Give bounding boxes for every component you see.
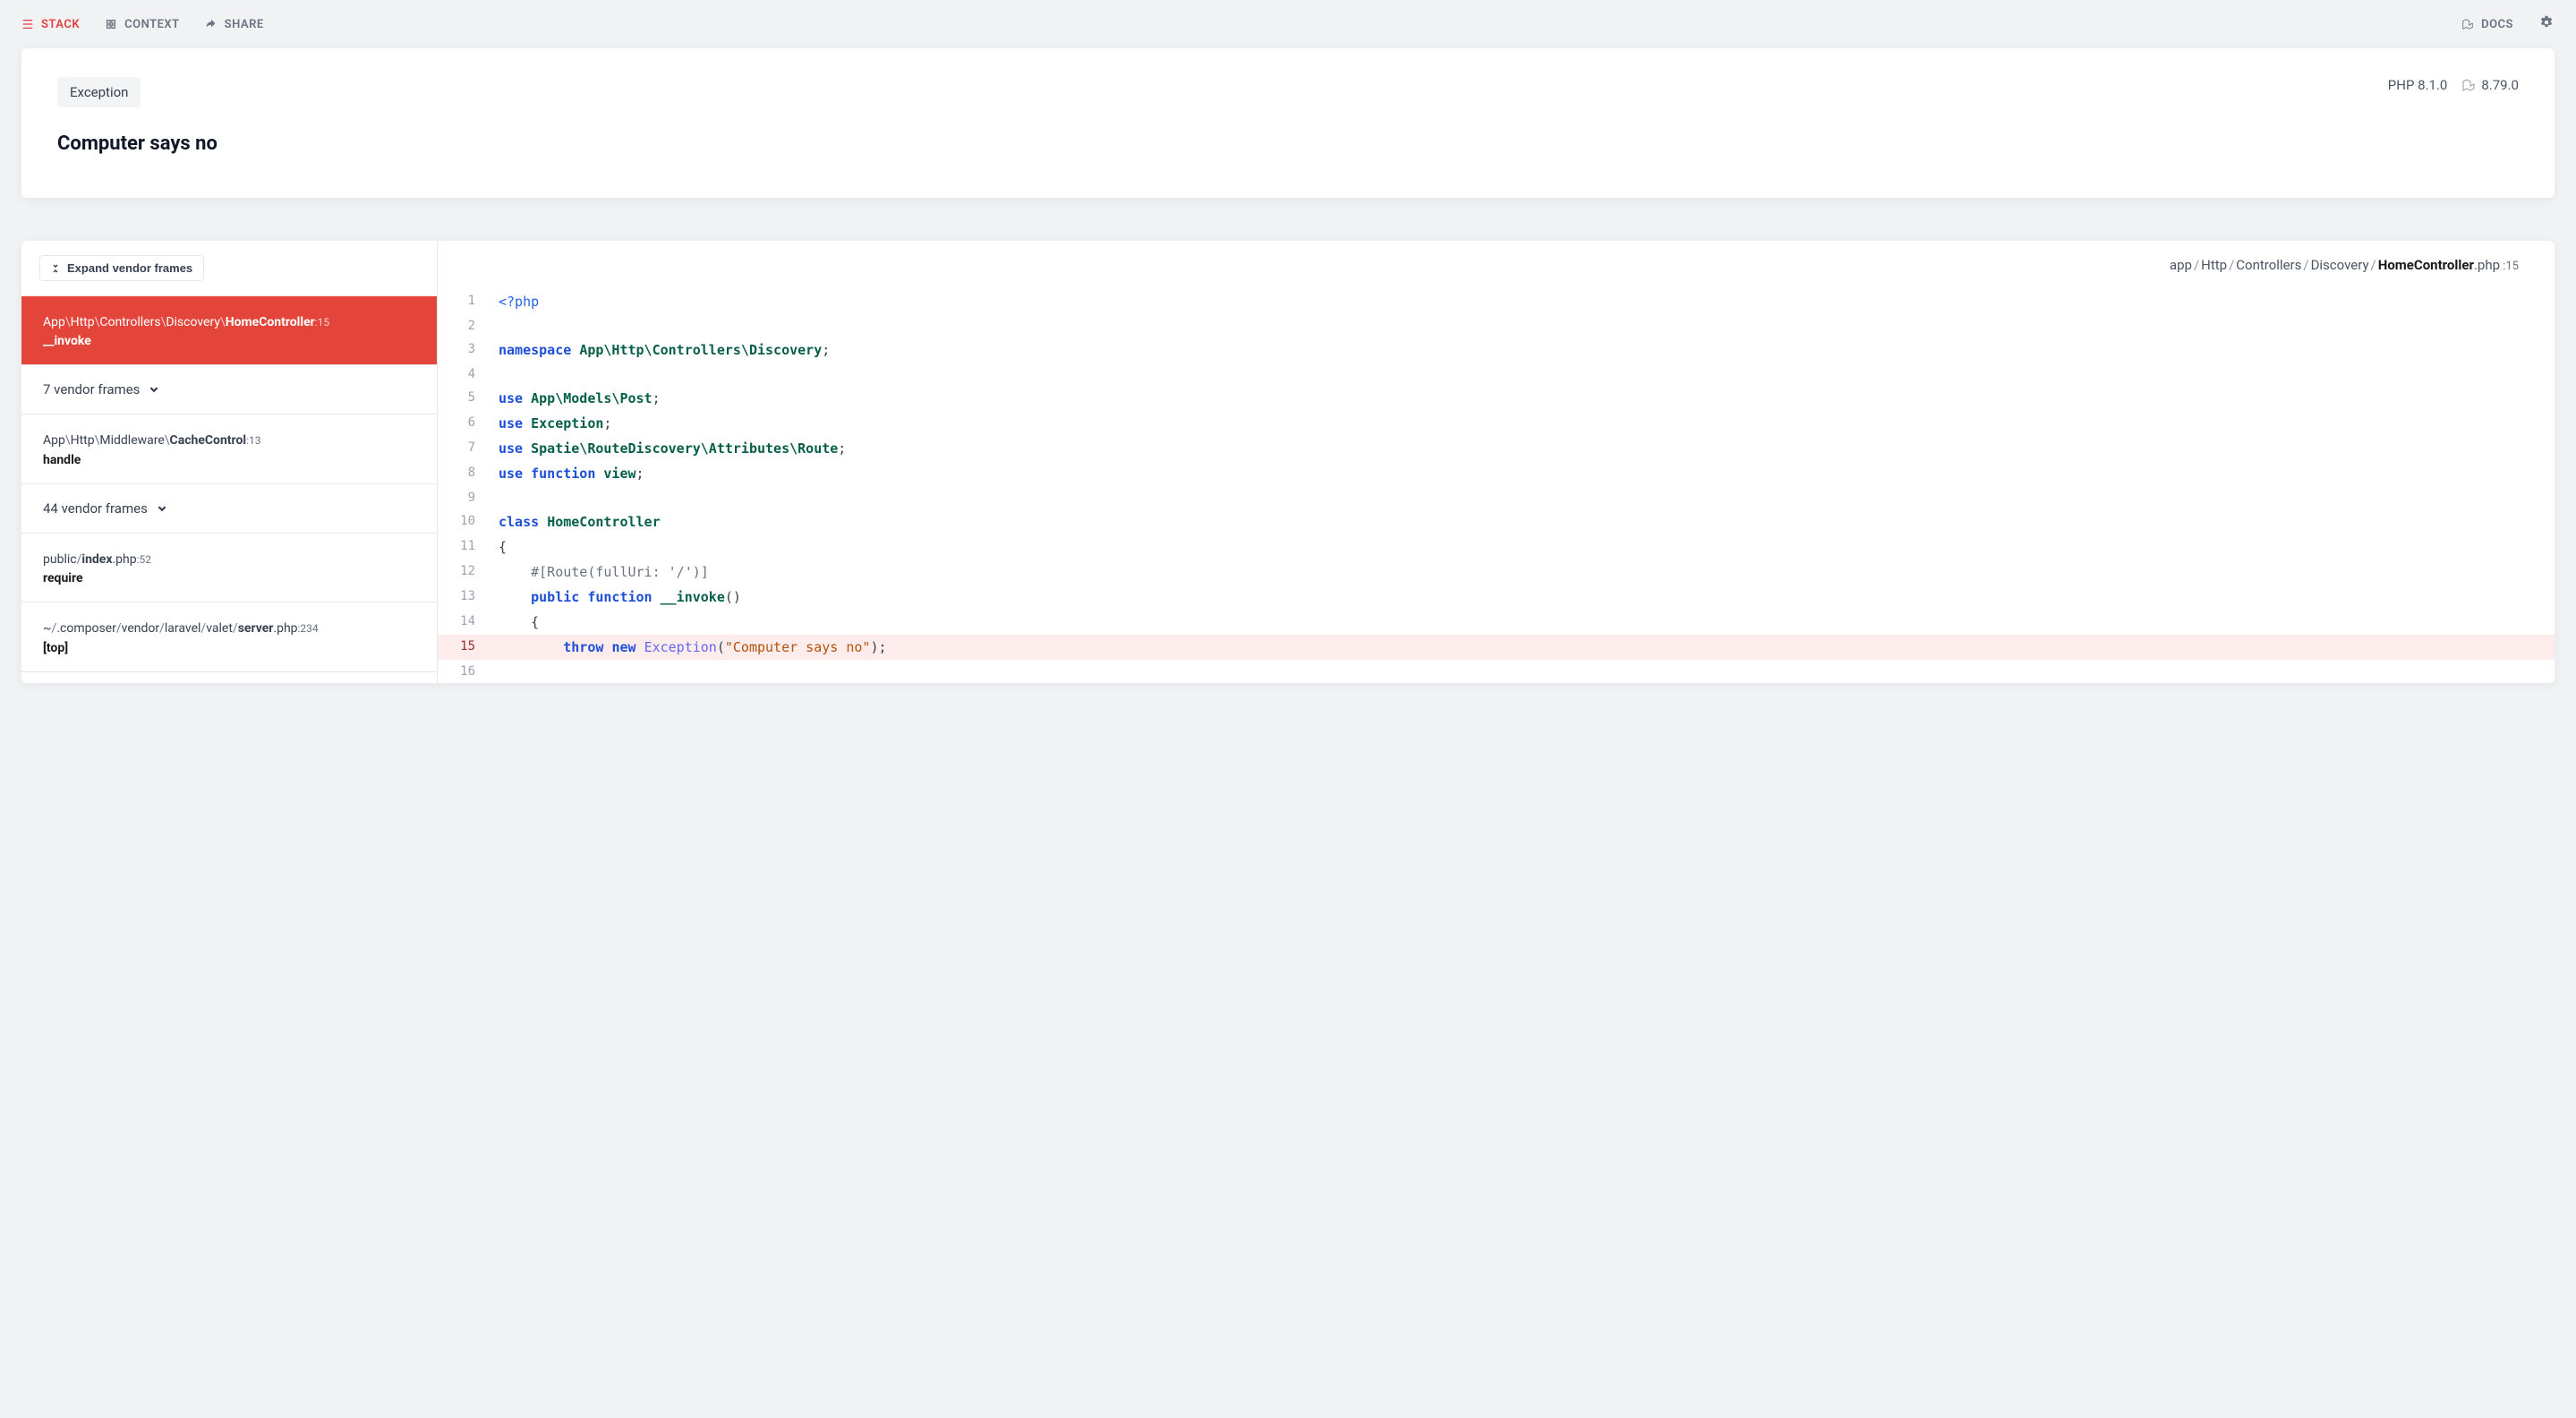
code-line: 15 throw new Exception("Computer says no… bbox=[438, 635, 2555, 660]
frames-sidebar: Expand vendor frames App\Http\Controller… bbox=[21, 241, 438, 683]
expand-icon bbox=[51, 264, 60, 273]
code-line: 3namespace App\Http\Controllers\Discover… bbox=[438, 337, 2555, 363]
code-line: 6use Exception; bbox=[438, 411, 2555, 436]
code-line: 1<?php bbox=[438, 289, 2555, 314]
php-version: PHP 8.1.0 bbox=[2388, 77, 2448, 93]
code-line: 5use App\Models\Post; bbox=[438, 386, 2555, 411]
stack-frame[interactable]: App\Http\Controllers\Discovery\HomeContr… bbox=[21, 296, 437, 365]
nav-share[interactable]: SHARE bbox=[205, 18, 264, 31]
code-line: 9 bbox=[438, 486, 2555, 509]
code-line: 2 bbox=[438, 314, 2555, 337]
stack-icon bbox=[21, 18, 34, 30]
chevron-down-icon bbox=[157, 503, 167, 514]
laravel-version: 8.79.0 bbox=[2461, 77, 2519, 93]
code-line: 4 bbox=[438, 363, 2555, 386]
stack-frame[interactable]: public/index.php:52require bbox=[21, 534, 437, 602]
exception-class-badge: Exception bbox=[57, 77, 141, 107]
top-nav: STACK CONTEXT SHARE DOCS bbox=[0, 0, 2576, 48]
file-breadcrumb: app/Http/Controllers/Discovery/HomeContr… bbox=[438, 241, 2555, 289]
code-line: 10class HomeController bbox=[438, 509, 2555, 534]
code-line: 14 { bbox=[438, 610, 2555, 635]
code-line: 16 bbox=[438, 660, 2555, 683]
stack-frame[interactable]: App\Http\Middleware\CacheControl:13handl… bbox=[21, 414, 437, 483]
chevron-down-icon bbox=[149, 384, 159, 395]
laravel-icon bbox=[2461, 18, 2474, 30]
code-line: 11{ bbox=[438, 534, 2555, 560]
code-line: 7use Spatie\RouteDiscovery\Attributes\Ro… bbox=[438, 436, 2555, 461]
code-viewer: app/Http/Controllers/Discovery/HomeContr… bbox=[438, 241, 2555, 683]
vendor-frames-collapsed[interactable]: 44 vendor frames bbox=[21, 484, 437, 534]
stack-frame[interactable]: ~/.composer/vendor/laravel/valet/server.… bbox=[21, 602, 437, 671]
gear-icon bbox=[2538, 14, 2555, 30]
vendor-frames-collapsed[interactable]: 7 vendor frames bbox=[21, 365, 437, 414]
exception-summary: Exception PHP 8.1.0 8.79.0 Computer says… bbox=[21, 48, 2555, 198]
nav-stack[interactable]: STACK bbox=[21, 18, 80, 31]
code-line: 13 public function __invoke() bbox=[438, 585, 2555, 610]
expand-vendor-frames-button[interactable]: Expand vendor frames bbox=[39, 255, 204, 281]
share-icon bbox=[205, 18, 218, 30]
code-line: 12 #[Route(fullUri: '/')] bbox=[438, 560, 2555, 585]
context-icon bbox=[105, 18, 117, 30]
nav-context[interactable]: CONTEXT bbox=[105, 18, 180, 31]
stack-trace-panel: Expand vendor frames App\Http\Controller… bbox=[21, 241, 2555, 683]
settings-button[interactable] bbox=[2538, 14, 2555, 34]
exception-message: Computer says no bbox=[57, 132, 2519, 155]
nav-docs[interactable]: DOCS bbox=[2461, 18, 2513, 31]
laravel-icon bbox=[2461, 78, 2476, 92]
code-line: 8use function view; bbox=[438, 461, 2555, 486]
